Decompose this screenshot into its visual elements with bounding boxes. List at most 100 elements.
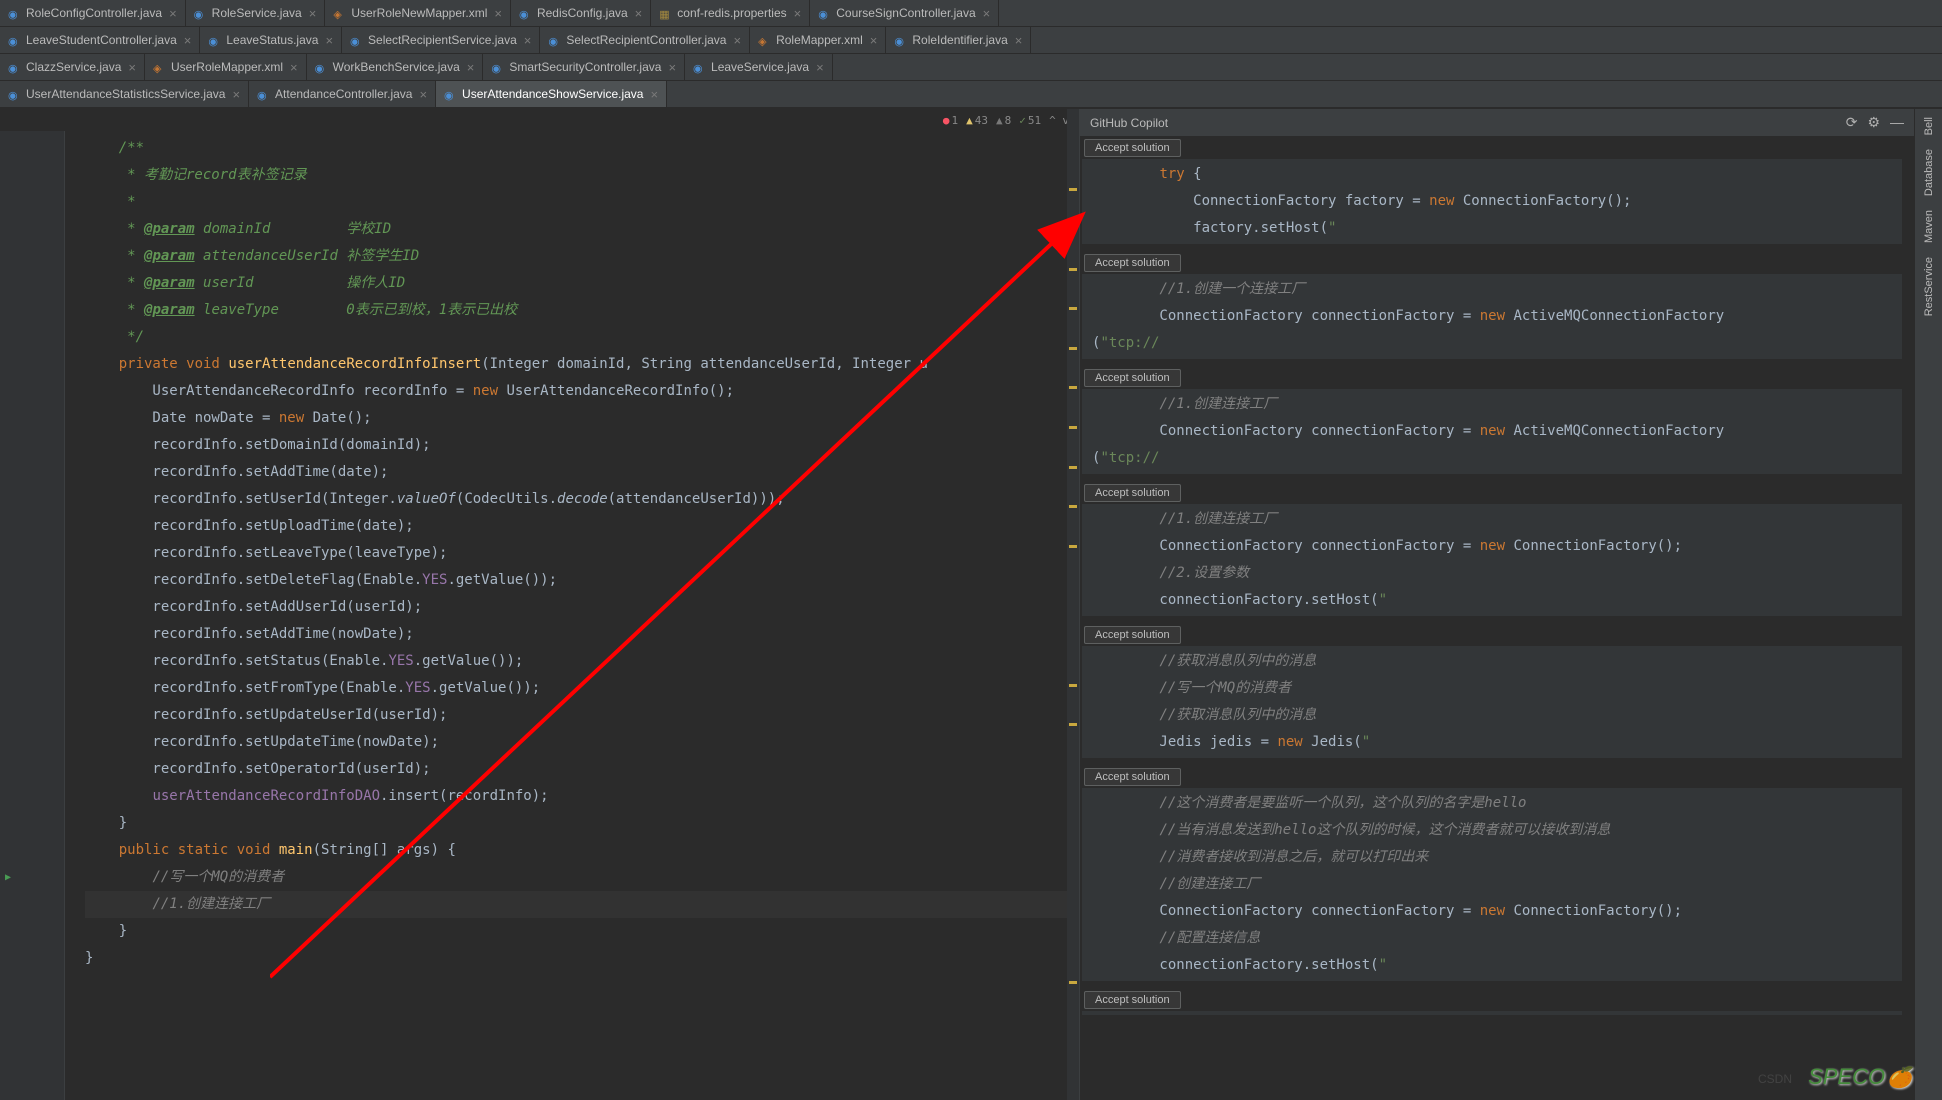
- close-icon[interactable]: ×: [983, 6, 991, 21]
- tab-label: WorkBenchService.java: [333, 60, 460, 74]
- rail-restservice[interactable]: RestService: [1923, 257, 1935, 316]
- close-icon[interactable]: ×: [325, 33, 333, 48]
- solution-code[interactable]: //获取消息队列中的消息 //写一个MQ的消费者 //获取消息队列中的消息 Je…: [1082, 646, 1902, 758]
- close-icon[interactable]: ×: [635, 6, 643, 21]
- refresh-icon[interactable]: ⟳: [1846, 114, 1858, 131]
- java-file-icon: [8, 88, 21, 101]
- editor-pane: 1 43 8 51 ^ v ▶ /** * 考勤记record表补签记录 * *…: [0, 109, 1080, 1100]
- close-icon[interactable]: ×: [494, 6, 502, 21]
- accept-solution-button[interactable]: Accept solution: [1084, 626, 1181, 644]
- close-icon[interactable]: ×: [184, 33, 192, 48]
- java-file-icon: [350, 34, 363, 47]
- file-tab[interactable]: LeaveStatus.java×: [200, 27, 342, 53]
- close-icon[interactable]: ×: [419, 87, 427, 102]
- tab-label: LeaveStudentController.java: [26, 33, 177, 47]
- java-file-icon: [8, 34, 21, 47]
- accept-solution-button[interactable]: Accept solution: [1084, 991, 1181, 1009]
- file-tab[interactable]: SmartSecurityController.java×: [483, 54, 685, 80]
- java-file-icon: [548, 34, 561, 47]
- copilot-title: GitHub Copilot: [1090, 116, 1168, 130]
- solution-code[interactable]: [1082, 1011, 1902, 1015]
- file-tab[interactable]: RoleMapper.xml×: [750, 27, 886, 53]
- copilot-solution: Accept solution //1.创建连接工厂 ConnectionFac…: [1080, 367, 1904, 474]
- run-gutter-icon[interactable]: ▶: [5, 872, 11, 883]
- gutter[interactable]: ▶: [0, 131, 65, 1100]
- close-icon[interactable]: ×: [290, 60, 298, 75]
- solution-code[interactable]: //这个消费者是要监听一个队列，这个队列的名字是hello //当有消息发送到h…: [1082, 788, 1902, 981]
- java-file-icon: [8, 61, 21, 74]
- file-tab[interactable]: RoleIdentifier.java×: [886, 27, 1031, 53]
- rail-database[interactable]: Database: [1923, 149, 1935, 196]
- file-tab[interactable]: CourseSignController.java×: [810, 0, 999, 26]
- close-icon[interactable]: ×: [169, 6, 177, 21]
- close-icon[interactable]: ×: [467, 60, 475, 75]
- close-icon[interactable]: ×: [1015, 33, 1023, 48]
- file-tab[interactable]: SelectRecipientController.java×: [540, 27, 750, 53]
- solution-code[interactable]: //1.创建连接工厂 ConnectionFactory connectionF…: [1082, 504, 1902, 616]
- accept-solution-button[interactable]: Accept solution: [1084, 139, 1181, 157]
- close-icon[interactable]: ×: [870, 33, 878, 48]
- solution-code[interactable]: //1.创建一个连接工厂 ConnectionFactory connectio…: [1082, 274, 1902, 359]
- rail-bell[interactable]: Bell: [1923, 117, 1935, 135]
- tab-label: UserAttendanceShowService.java: [462, 87, 643, 101]
- close-icon[interactable]: ×: [309, 6, 317, 21]
- tab-label: UserRoleMapper.xml: [171, 60, 283, 74]
- java-file-icon: [444, 88, 457, 101]
- xml-file-icon: [153, 61, 166, 74]
- minimize-icon[interactable]: —: [1890, 114, 1904, 131]
- file-tab[interactable]: UserAttendanceShowService.java ×: [436, 81, 667, 107]
- copilot-solution: Accept solution try { ConnectionFactory …: [1080, 137, 1904, 244]
- marker-stripe[interactable]: [1067, 109, 1079, 1100]
- close-icon[interactable]: ×: [794, 6, 802, 21]
- accept-solution-button[interactable]: Accept solution: [1084, 369, 1181, 387]
- file-tab[interactable]: SelectRecipientService.java×: [342, 27, 540, 53]
- inspection-stats[interactable]: 1 43 8 51 ^ v: [943, 114, 1069, 127]
- rail-maven[interactable]: Maven: [1923, 210, 1935, 243]
- copilot-solution: Accept solution //这个消费者是要监听一个队列，这个队列的名字是…: [1080, 766, 1904, 981]
- accept-solution-button[interactable]: Accept solution: [1084, 768, 1181, 786]
- file-tab[interactable]: LeaveStudentController.java ×: [0, 27, 200, 53]
- file-tab[interactable]: UserRoleMapper.xml ×: [145, 54, 307, 80]
- error-count[interactable]: 1: [943, 114, 958, 127]
- close-icon[interactable]: ×: [650, 87, 658, 102]
- file-tab[interactable]: RoleService.java×: [186, 0, 326, 26]
- java-file-icon: [194, 7, 207, 20]
- accept-solution-button[interactable]: Accept solution: [1084, 254, 1181, 272]
- copilot-solution: Accept solution //获取消息队列中的消息 //写一个MQ的消费者…: [1080, 624, 1904, 758]
- right-tool-rail: Bell Database Maven RestService: [1914, 109, 1942, 1100]
- warning-count[interactable]: 43: [966, 114, 988, 127]
- tab-label: AttendanceController.java: [275, 87, 412, 101]
- file-tab[interactable]: AttendanceController.java ×: [249, 81, 436, 107]
- tab-label: conf-redis.properties: [677, 6, 786, 20]
- tab-label: ClazzService.java: [26, 60, 121, 74]
- file-tab[interactable]: ClazzService.java ×: [0, 54, 145, 80]
- java-file-icon: [491, 61, 504, 74]
- code-editor[interactable]: /** * 考勤记record表补签记录 * * @param domainId…: [65, 131, 1079, 1100]
- file-tab[interactable]: LeaveService.java ×: [685, 54, 833, 80]
- copilot-panel: GitHub Copilot ⟳ ⚙ — Accept solution try…: [1080, 109, 1914, 1100]
- solution-code[interactable]: try { ConnectionFactory factory = new Co…: [1082, 159, 1902, 244]
- tab-label: RoleConfigController.java: [26, 6, 162, 20]
- gear-icon[interactable]: ⚙: [1867, 114, 1880, 131]
- accept-solution-button[interactable]: Accept solution: [1084, 484, 1181, 502]
- file-tab[interactable]: UserRoleNewMapper.xml×: [325, 0, 511, 26]
- file-tab[interactable]: RedisConfig.java×: [511, 0, 651, 26]
- close-icon[interactable]: ×: [232, 87, 240, 102]
- close-icon[interactable]: ×: [816, 60, 824, 75]
- tab-label: LeaveService.java: [711, 60, 809, 74]
- file-tab[interactable]: conf-redis.properties ×: [651, 0, 810, 26]
- close-icon[interactable]: ×: [733, 33, 741, 48]
- copilot-solution: Accept solution //1.创建一个连接工厂 ConnectionF…: [1080, 252, 1904, 359]
- close-icon[interactable]: ×: [524, 33, 532, 48]
- close-icon[interactable]: ×: [668, 60, 676, 75]
- typo-count[interactable]: 51: [1019, 114, 1041, 127]
- java-file-icon: [894, 34, 907, 47]
- java-file-icon: [693, 61, 706, 74]
- weak-warning-count[interactable]: 8: [996, 114, 1011, 127]
- solution-code[interactable]: //1.创建连接工厂 ConnectionFactory connectionF…: [1082, 389, 1902, 474]
- file-tab[interactable]: UserAttendanceStatisticsService.java×: [0, 81, 249, 107]
- file-tab[interactable]: WorkBenchService.java ×: [307, 54, 484, 80]
- java-file-icon: [8, 7, 21, 20]
- file-tab[interactable]: RoleConfigController.java ×: [0, 0, 186, 26]
- close-icon[interactable]: ×: [128, 60, 136, 75]
